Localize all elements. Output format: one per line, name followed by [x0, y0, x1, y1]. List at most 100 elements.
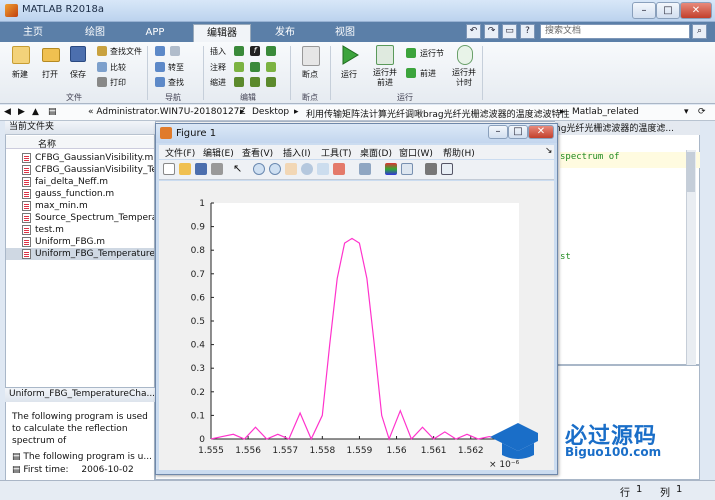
- show-icon[interactable]: [441, 163, 453, 175]
- figure-close-button[interactable]: ✕: [528, 125, 554, 139]
- increase-indent-icon[interactable]: [250, 77, 260, 87]
- run-section-button[interactable]: 运行节: [420, 48, 444, 59]
- compare-button[interactable]: 比较: [110, 62, 126, 73]
- forward-icon[interactable]: ▶: [18, 107, 25, 117]
- search-input[interactable]: 搜索文档: [540, 24, 690, 39]
- new-button[interactable]: 新建: [12, 69, 28, 80]
- rotate-icon[interactable]: [301, 163, 313, 175]
- forward-icon[interactable]: [170, 46, 180, 56]
- zoom-in-icon[interactable]: [253, 163, 265, 175]
- insert-section-icon[interactable]: [266, 46, 276, 56]
- find-button[interactable]: 查找: [168, 77, 184, 88]
- tab-plots[interactable]: 绘图: [70, 24, 120, 42]
- menu-desktop[interactable]: 桌面(D): [360, 146, 392, 159]
- pointer-icon[interactable]: ↖: [233, 163, 245, 175]
- zoom-out-icon[interactable]: [269, 163, 281, 175]
- file-list-item[interactable]: CFBG_GaussianVisibility_Tem: [6, 164, 154, 176]
- uncomment-icon[interactable]: [250, 62, 260, 72]
- search-icon[interactable]: ⌕: [692, 24, 707, 39]
- tab-apps[interactable]: APP: [130, 24, 180, 42]
- file-list-item[interactable]: Uniform_FBG.m: [6, 236, 154, 248]
- decrease-indent-icon[interactable]: [266, 77, 276, 87]
- run-advance-button[interactable]: 运行并 前进: [373, 68, 397, 88]
- comment-button[interactable]: 注释: [210, 62, 226, 73]
- brush-icon[interactable]: [333, 163, 345, 175]
- file-list-item[interactable]: CFBG_GaussianVisibility.m: [6, 152, 154, 164]
- figure-maximize-button[interactable]: □: [508, 125, 528, 139]
- breakpoints-button[interactable]: 断点: [302, 69, 318, 80]
- legend-icon[interactable]: [401, 163, 413, 175]
- goto-button[interactable]: 转至: [168, 62, 184, 73]
- address-bar[interactable]: ◀ ▶ ▲ ▤ « Administrator.WIN7U-20180127Z …: [0, 105, 715, 121]
- smart-indent-icon[interactable]: [234, 77, 244, 87]
- print-button[interactable]: 打印: [110, 77, 126, 88]
- indent-button[interactable]: 缩进: [210, 77, 226, 88]
- save-icon[interactable]: [70, 46, 86, 62]
- link-icon[interactable]: [359, 163, 371, 175]
- new-file-icon[interactable]: [12, 46, 30, 64]
- file-list-item[interactable]: test.m: [6, 224, 154, 236]
- open-button[interactable]: 打开: [42, 69, 58, 80]
- file-list-item[interactable]: Source_Spectrum_Temperatur: [6, 212, 154, 224]
- scrollbar-thumb[interactable]: [687, 152, 695, 192]
- tab-view[interactable]: 视图: [320, 24, 370, 42]
- undo-icon[interactable]: ↶: [466, 24, 481, 39]
- tab-publish[interactable]: 发布: [260, 24, 310, 42]
- insert-button[interactable]: 插入: [210, 46, 226, 57]
- open-icon[interactable]: [179, 163, 191, 175]
- menu-tools[interactable]: 工具(T): [321, 146, 352, 159]
- dock-icon[interactable]: ↘: [545, 146, 553, 156]
- run-time-button[interactable]: 运行并 计时: [452, 68, 476, 88]
- tab-home[interactable]: 主页: [8, 24, 58, 42]
- editor-code-line[interactable]: spectrum of: [560, 152, 700, 168]
- menu-window[interactable]: 窗口(W): [399, 146, 433, 159]
- editor-tab[interactable]: ng光纤光栅滤波器的温度滤...: [555, 121, 700, 135]
- chevron-down-icon[interactable]: ▾: [684, 107, 689, 117]
- datacursor-icon[interactable]: [317, 163, 329, 175]
- path-segment[interactable]: 利用传输矩阵法计算光纤调啾brag光纤光栅滤波器的温度滤波特性: [306, 107, 570, 120]
- run-advance-icon[interactable]: [376, 45, 394, 65]
- name-column-label[interactable]: 名称: [38, 137, 56, 150]
- maximize-button[interactable]: □: [656, 2, 680, 19]
- path-segment[interactable]: « Administrator.WIN7U-20180127Z: [88, 107, 246, 117]
- help-icon[interactable]: ?: [520, 24, 535, 39]
- file-list-item[interactable]: gauss_function.m: [6, 188, 154, 200]
- hide-icon[interactable]: [425, 163, 437, 175]
- menu-view[interactable]: 查看(V): [242, 146, 273, 159]
- tab-editor[interactable]: 编辑器: [193, 24, 251, 42]
- path-segment[interactable]: Desktop: [252, 107, 289, 117]
- menu-help[interactable]: 帮助(H): [443, 146, 475, 159]
- run-button[interactable]: 运行: [341, 69, 357, 80]
- column-header[interactable]: 名称: [6, 136, 154, 150]
- back-icon[interactable]: [155, 46, 165, 56]
- insert-icon[interactable]: [234, 46, 244, 56]
- wrap-comment-icon[interactable]: [266, 62, 276, 72]
- path-segment[interactable]: Matlab_related: [572, 107, 639, 117]
- comment-icon[interactable]: [234, 62, 244, 72]
- file-list-item[interactable]: fai_delta_Neff.m: [6, 176, 154, 188]
- menu-file[interactable]: 文件(F): [165, 146, 195, 159]
- back-icon[interactable]: ◀: [4, 107, 11, 117]
- print-icon[interactable]: [211, 163, 223, 175]
- open-folder-icon[interactable]: [42, 48, 60, 62]
- redo-icon[interactable]: ↷: [484, 24, 499, 39]
- save-button[interactable]: 保存: [70, 69, 86, 80]
- new-icon[interactable]: [163, 163, 175, 175]
- browse-folder-icon[interactable]: ▤: [48, 107, 57, 117]
- save-icon[interactable]: [195, 163, 207, 175]
- find-files-button[interactable]: 查找文件: [110, 46, 142, 57]
- close-button[interactable]: ✕: [680, 2, 712, 19]
- advance-button[interactable]: 前进: [420, 68, 436, 79]
- up-folder-icon[interactable]: ▲: [32, 107, 39, 117]
- window-switch-icon[interactable]: ▭: [502, 24, 517, 39]
- function-icon[interactable]: f: [250, 46, 260, 56]
- refresh-icon[interactable]: ⟳: [698, 107, 706, 117]
- run-icon[interactable]: [340, 45, 360, 65]
- file-list-item[interactable]: Uniform_FBG_TemperatureCh: [6, 248, 154, 260]
- menu-edit[interactable]: 编辑(E): [203, 146, 234, 159]
- pan-icon[interactable]: [285, 163, 297, 175]
- run-time-icon[interactable]: [457, 45, 473, 65]
- file-list-item[interactable]: max_min.m: [6, 200, 154, 212]
- figure-minimize-button[interactable]: –: [488, 125, 508, 139]
- figure-title-bar[interactable]: Figure 1 – □ ✕: [156, 124, 557, 143]
